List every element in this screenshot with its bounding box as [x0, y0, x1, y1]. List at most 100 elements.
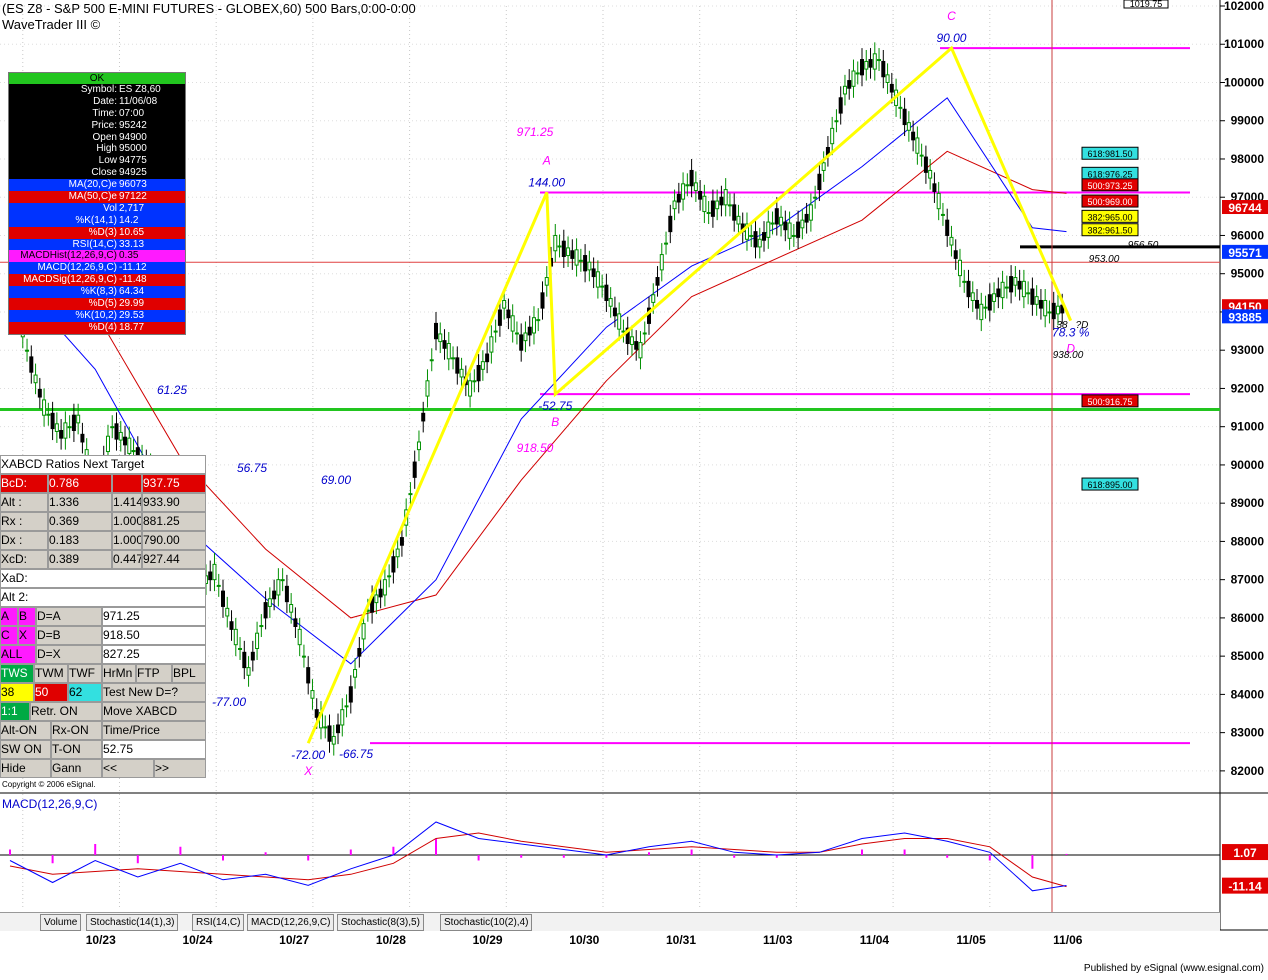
x-tick-label: 10/27 — [279, 933, 309, 947]
retr-on-button[interactable]: Retr. ON — [30, 702, 102, 721]
candle-body — [600, 285, 605, 288]
candle-body — [962, 280, 967, 283]
info-key: RSI(14,C) — [72, 238, 117, 250]
candle-body — [412, 461, 417, 478]
candle-body — [970, 292, 975, 301]
prev-button[interactable]: << — [102, 759, 154, 778]
x-tick-label: 11/06 — [1053, 933, 1083, 947]
candle-body — [408, 493, 413, 496]
candle-body — [557, 245, 562, 248]
indicator-tab[interactable]: MACD(12,26,9,C) — [247, 914, 335, 931]
ratio-alt: 1.414 — [112, 493, 142, 512]
candle-body — [59, 430, 64, 439]
d-toggle-button[interactable]: B — [18, 607, 36, 626]
next-button[interactable]: >> — [154, 759, 206, 778]
tool-button[interactable]: FTP — [136, 664, 172, 683]
candle-body — [566, 247, 571, 257]
candle-body — [727, 204, 732, 207]
candle-body — [110, 426, 115, 429]
sw-on-button[interactable]: SW ON — [0, 740, 51, 759]
chart-annotation: -66.75 — [339, 747, 373, 761]
gann-button[interactable]: Gann — [51, 759, 102, 778]
info-value: -11.12 — [119, 262, 147, 274]
candle-body — [323, 726, 328, 729]
candle-body — [902, 108, 907, 126]
fib-38-button[interactable]: 38 — [0, 683, 34, 702]
indicator-tab[interactable]: Volume — [40, 914, 82, 931]
tool-button[interactable]: TWF — [68, 664, 102, 683]
candle-body — [587, 261, 592, 271]
candle-body — [1017, 280, 1022, 290]
axis-value-label: 96744 — [1228, 201, 1262, 215]
tool-button[interactable]: HrMn — [102, 664, 136, 683]
candle-body — [689, 169, 694, 187]
d-value: 918.50 — [102, 626, 206, 645]
indicator-tab[interactable]: Stochastic(8(3),5) — [337, 914, 424, 931]
candle-body — [519, 334, 524, 351]
info-row: MA(20,C)e 96073 — [9, 179, 185, 192]
candle-body — [225, 607, 230, 617]
info-key: MACDHist(12,26,9,C) — [20, 250, 117, 262]
x-tick-label: 10/29 — [473, 933, 503, 947]
d-toggle-button[interactable]: ALL — [0, 645, 36, 664]
candle-body — [382, 579, 387, 596]
info-key: %K(8,3) — [80, 286, 117, 298]
move-xabcd-button[interactable]: Move XABCD — [102, 702, 206, 721]
y-tick-label: 98000 — [1231, 152, 1265, 166]
candle-body — [353, 669, 358, 678]
fib-50-button[interactable]: 50 — [34, 683, 68, 702]
alt-on-button[interactable]: Alt-ON — [0, 721, 51, 740]
candle-body — [76, 414, 81, 424]
t-on-button[interactable]: T-ON — [51, 740, 102, 759]
candle-body — [808, 204, 813, 221]
d-toggle-button[interactable]: A — [0, 607, 18, 626]
rx-on-button[interactable]: Rx-ON — [51, 721, 102, 740]
candle-body — [1055, 305, 1060, 315]
info-value: 95000 — [119, 143, 147, 155]
candle-body — [702, 195, 707, 213]
target-label: 500:916.75 — [1087, 397, 1132, 407]
info-key: %D(3) — [88, 226, 117, 238]
candle-body — [506, 309, 511, 319]
fib-62-button[interactable]: 62 — [68, 683, 102, 702]
ratio-1-1-button[interactable]: 1:1 — [0, 702, 30, 721]
signal-value-label: -11.14 — [1228, 880, 1262, 894]
chart-annotation: 938.00 — [1053, 350, 1084, 361]
candle-body — [770, 222, 775, 225]
candle-body — [617, 313, 622, 330]
info-row: MACDSig(12,26,9,C) -11.48 — [9, 274, 185, 287]
indicator-tab[interactable]: RSI(14,C) — [192, 914, 245, 931]
ratio-alt: 0.447 — [112, 550, 142, 569]
tool-button[interactable]: TWS — [0, 664, 34, 683]
time-price-button[interactable]: Time/Price — [102, 721, 206, 740]
tool-button[interactable]: TWM — [34, 664, 68, 683]
candle-body — [71, 414, 76, 432]
d-toggle-button[interactable]: X — [18, 626, 36, 645]
candle-body — [757, 238, 762, 248]
candle-body — [527, 326, 532, 336]
info-key: MACDSig(12,26,9,C) — [23, 274, 117, 286]
indicator-tab[interactable]: Stochastic(14(1),3) — [86, 914, 179, 931]
ratio-label: Rx : — [0, 512, 48, 531]
tool-button[interactable]: BPL — [172, 664, 206, 683]
candle-body — [472, 380, 477, 383]
candle-body — [510, 315, 515, 332]
candle-body — [634, 341, 639, 350]
candle-body — [685, 184, 690, 187]
candle-body — [553, 234, 558, 252]
candle-body — [719, 196, 724, 206]
info-row: Price: 95242 — [9, 120, 185, 132]
d-toggle-button[interactable]: C — [0, 626, 18, 645]
candle-body — [514, 332, 519, 335]
hide-button[interactable]: Hide — [0, 759, 51, 778]
test-new-d-button[interactable]: Test New D=? — [102, 683, 206, 702]
x-tick-label: 11/04 — [860, 933, 890, 947]
indicator-tab[interactable]: Stochastic(10(2),4) — [440, 914, 533, 931]
candle-body — [297, 628, 302, 646]
ratio-label: XcD: — [0, 550, 48, 569]
candle-body — [276, 579, 281, 596]
candle-body — [842, 85, 847, 95]
candle-body — [540, 292, 545, 309]
info-row: %D(3) 10.65 — [9, 226, 185, 239]
candle-body — [864, 60, 869, 70]
